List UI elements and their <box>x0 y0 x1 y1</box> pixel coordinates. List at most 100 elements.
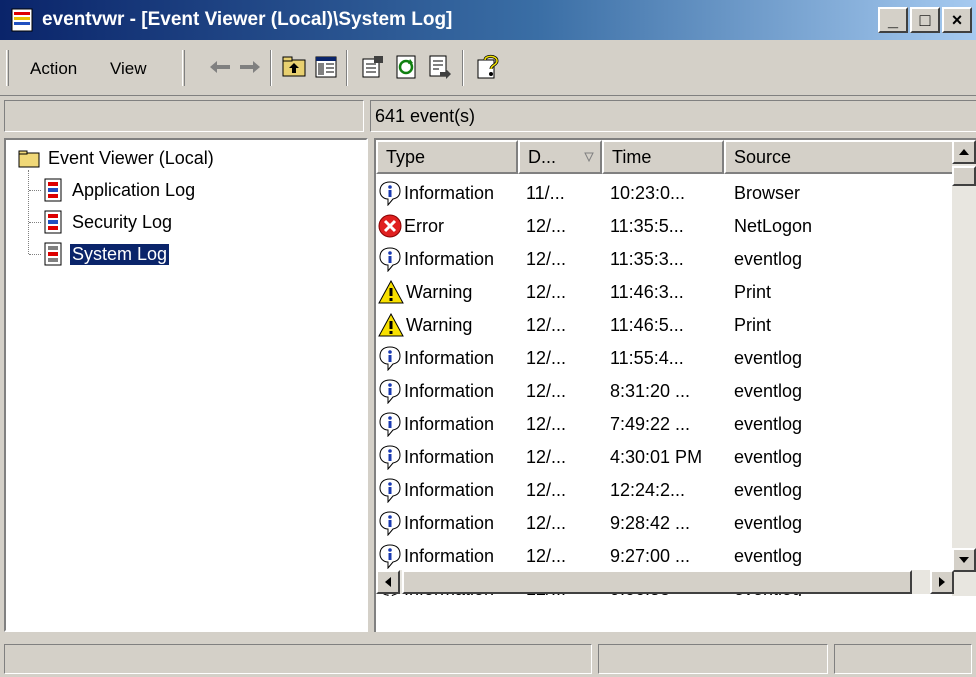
event-viewer-app-icon <box>11 8 33 32</box>
show-hide-tree-button[interactable] <box>312 53 340 81</box>
tree-item-application-log[interactable]: Application Log <box>42 178 197 202</box>
table-row[interactable]: Information 12/... 8:31:20 ... eventlog <box>376 374 954 408</box>
table-row[interactable]: Information 12/... 12:24:2... eventlog <box>376 473 954 507</box>
cell-time: 11:46:3... <box>610 281 684 302</box>
arrow-up-icon <box>959 149 969 155</box>
column-header-source[interactable]: Source <box>724 140 954 174</box>
menu-action[interactable]: Action <box>30 59 77 79</box>
scroll-left-button[interactable] <box>376 570 400 594</box>
cell-type: Information <box>376 378 518 404</box>
vertical-scroll-thumb[interactable] <box>952 166 976 186</box>
scroll-up-button[interactable] <box>952 140 976 164</box>
warning-icon <box>378 280 404 304</box>
horizontal-scrollbar[interactable] <box>376 570 954 594</box>
information-icon <box>379 511 401 536</box>
column-header-type[interactable]: Type <box>376 140 518 174</box>
minimize-button[interactable]: _ <box>878 7 908 33</box>
status-pane <box>598 644 828 674</box>
cell-source: eventlog <box>734 380 803 401</box>
column-header-time[interactable]: Time <box>602 140 724 174</box>
cell-type: Information <box>376 180 518 206</box>
event-count: 641 event(s) <box>370 100 976 132</box>
table-row[interactable]: Error 12/... 11:35:5... NetLogon <box>376 209 954 243</box>
table-row[interactable]: Information 11/... 10:23:0... Browser <box>376 176 954 210</box>
cell-type-label: Information <box>404 380 495 401</box>
cell-date: 12/... <box>526 347 567 368</box>
maximize-button[interactable]: □ <box>910 7 940 33</box>
tree-item-security-log[interactable]: Security Log <box>42 210 174 234</box>
cell-date: 12/... <box>526 281 567 302</box>
tree-item-system-log[interactable]: System Log <box>42 242 171 266</box>
cell-date: 12/... <box>526 215 567 236</box>
cell-source: eventlog <box>734 347 803 368</box>
cell-source: eventlog <box>734 446 803 467</box>
show-hide-tree-icon <box>315 56 337 78</box>
toolbar-separator <box>462 50 464 86</box>
cell-source: Print <box>734 281 772 302</box>
refresh-button[interactable] <box>392 53 420 81</box>
up-one-level-button[interactable] <box>280 53 308 81</box>
cell-type: Information <box>376 543 518 569</box>
forward-button[interactable] <box>236 53 264 81</box>
cell-type-label: Information <box>404 446 495 467</box>
toolbar-separator <box>346 50 348 86</box>
toolbar-grip-2[interactable] <box>182 50 185 86</box>
cell-type: Information <box>376 510 518 536</box>
cell-type-label: Information <box>404 512 495 533</box>
horizontal-scroll-thumb[interactable] <box>402 570 912 594</box>
toolbar-separator <box>270 50 272 86</box>
table-row[interactable]: Warning 12/... 11:46:5... Print <box>376 308 954 342</box>
cell-date: 12/... <box>526 479 567 500</box>
cell-source: eventlog <box>734 512 803 533</box>
vertical-scrollbar[interactable] <box>952 140 976 596</box>
tree-connector <box>29 222 41 223</box>
toolbar: Action View <box>0 40 976 96</box>
cell-source: eventlog <box>734 545 803 566</box>
column-headers: Type D... Time Source <box>376 140 954 174</box>
title-bar[interactable]: eventvwr - [Event Viewer (Local)\System … <box>0 0 976 40</box>
cell-type: Information <box>376 246 518 272</box>
help-button[interactable] <box>474 53 502 81</box>
cell-time: 10:23:0... <box>610 182 686 203</box>
export-list-button[interactable] <box>426 53 454 81</box>
close-button[interactable]: × <box>942 7 972 33</box>
scroll-down-button[interactable] <box>952 548 976 572</box>
window-title: eventvwr - [Event Viewer (Local)\System … <box>42 9 453 30</box>
tree-item-label: Application Log <box>72 179 196 200</box>
cell-time: 8:31:20 ... <box>610 380 691 401</box>
column-header-date[interactable]: D... <box>518 140 602 174</box>
table-row[interactable]: Information 12/... 7:49:22 ... eventlog <box>376 407 954 441</box>
table-row[interactable]: Information 12/... 4:30:01 PM eventlog <box>376 440 954 474</box>
cell-type-label: Warning <box>406 281 473 302</box>
cell-type-label: Information <box>404 347 495 368</box>
table-row[interactable]: Information 12/... 11:55:4... eventlog <box>376 341 954 375</box>
arrow-left-icon <box>385 577 391 587</box>
cell-type-label: Information <box>404 248 495 269</box>
menu-view[interactable]: View <box>110 59 147 79</box>
properties-button[interactable] <box>358 53 386 81</box>
cell-date: 12/... <box>526 314 567 335</box>
information-icon <box>379 445 401 470</box>
arrow-right-icon <box>939 577 945 587</box>
properties-icon <box>362 56 383 78</box>
cell-time: 11:46:5... <box>610 314 684 335</box>
tree-item-event-viewer-local[interactable]: Event Viewer (Local) <box>18 148 214 169</box>
warning-icon <box>378 313 404 337</box>
event-list[interactable]: Type D... Time Source Information 11/... 1… <box>374 138 976 632</box>
information-icon <box>379 478 401 503</box>
scroll-right-button[interactable] <box>930 570 954 594</box>
information-icon <box>379 181 401 206</box>
table-row[interactable]: Information 12/... 9:27:00 ... eventlog <box>376 539 954 573</box>
back-button[interactable] <box>206 53 234 81</box>
table-row[interactable]: Information 12/... 11:35:3... eventlog <box>376 242 954 276</box>
tree-connector <box>29 190 41 191</box>
cell-time: 4:30:01 PM <box>610 446 703 467</box>
console-tree[interactable]: Event Viewer (Local) Application Log Sec… <box>4 138 368 632</box>
information-icon <box>379 412 401 437</box>
toolbar-grip[interactable] <box>6 50 9 86</box>
table-row[interactable]: Information 12/... 9:28:42 ... eventlog <box>376 506 954 540</box>
status-pane <box>834 644 972 674</box>
cell-date: 12/... <box>526 413 567 434</box>
table-row[interactable]: Warning 12/... 11:46:3... Print <box>376 275 954 309</box>
help-icon <box>477 54 499 79</box>
